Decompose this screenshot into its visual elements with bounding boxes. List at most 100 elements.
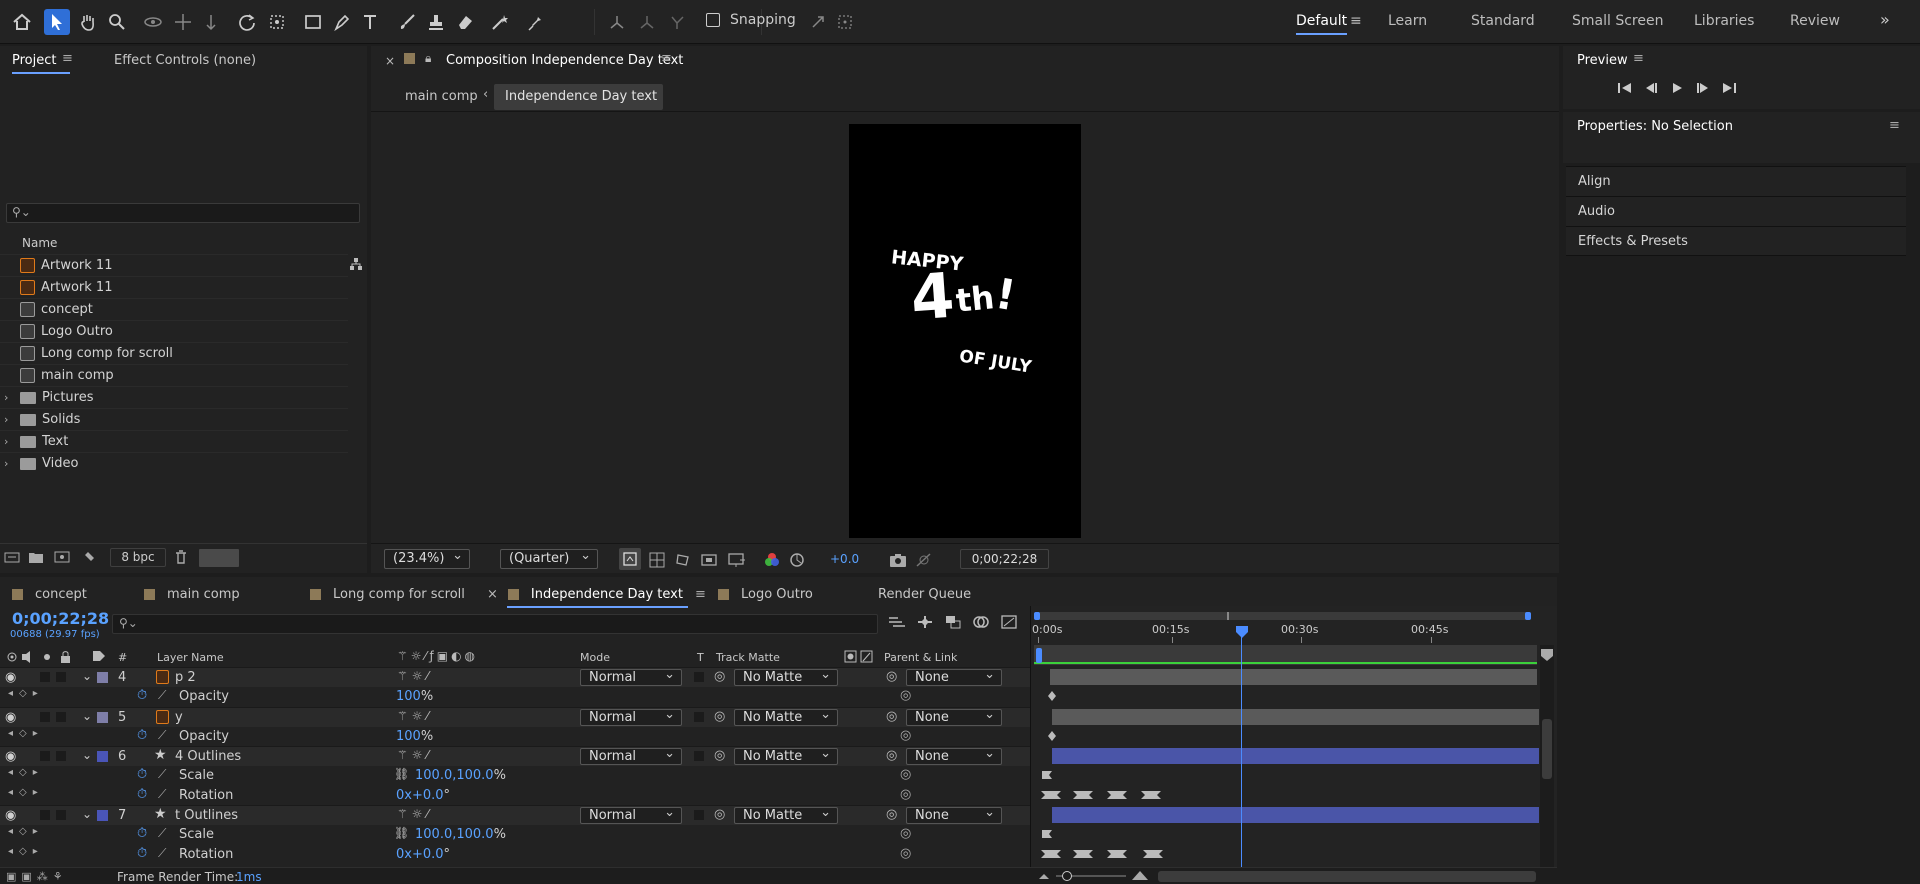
rotate-tool-icon[interactable] — [234, 9, 260, 35]
header-mode[interactable]: Mode — [580, 651, 610, 664]
tab-project[interactable]: Project — [12, 53, 56, 68]
layer-duration-bar[interactable] — [1052, 748, 1539, 764]
property-value-number[interactable]: 100 — [396, 689, 421, 704]
parent-dropdown[interactable]: None — [906, 746, 1002, 765]
project-search-input[interactable]: ⚲⌄ — [6, 203, 360, 223]
constrain-proportions-link-icon[interactable]: ⛓ — [394, 826, 409, 840]
breadcrumb-main-comp[interactable]: main comp — [405, 89, 478, 104]
keyframe-icon[interactable] — [1106, 789, 1128, 801]
tab-menu-icon[interactable]: ≡ — [695, 587, 706, 602]
transparency-grid-icon[interactable] — [649, 552, 665, 568]
lock-switch[interactable] — [56, 712, 66, 722]
keyframe-icon[interactable] — [1041, 769, 1053, 781]
zoom-tool-icon[interactable] — [104, 9, 130, 35]
workspace-overflow-icon[interactable]: » — [1880, 10, 1890, 29]
project-item[interactable]: Artwork 11 — [0, 276, 348, 298]
anchor-point-tool-icon[interactable] — [264, 9, 290, 35]
workspace-libraries[interactable]: Libraries — [1694, 13, 1754, 29]
visibility-eye-icon[interactable]: ◉ — [5, 670, 16, 685]
parent-dropdown[interactable]: None — [906, 707, 1002, 726]
parent-dropdown[interactable]: None — [906, 667, 1002, 686]
layer-switches-icons[interactable]: ⚚☼⁄ — [397, 669, 433, 683]
layer-duration-bar[interactable] — [1052, 807, 1539, 823]
visibility-eye-icon[interactable]: ◉ — [5, 808, 16, 823]
layer-switches-icons[interactable]: ⚚☼⁄ — [397, 709, 433, 723]
layer-row[interactable]: ◉ ⌄ 4 p 2 ⚚☼⁄ Normal ◎ No Matte ◎ None — [0, 667, 1030, 687]
timeline-tab[interactable]: Long comp for scroll — [310, 582, 465, 606]
timeline-horizontal-scrollbar[interactable] — [1158, 871, 1536, 882]
solo-switch[interactable] — [40, 810, 50, 820]
expression-pickwhip-icon[interactable]: ◎ — [900, 787, 911, 802]
play-icon[interactable] — [1669, 82, 1685, 94]
track-matte-dropdown[interactable]: No Matte — [734, 707, 838, 726]
layer-row[interactable]: ◉ ⌄ 7 ★ t Outlines ⚚☼⁄ Normal ◎ No Matte ◎ None — [0, 805, 1030, 825]
tab-effect-controls[interactable]: Effect Controls (none) — [114, 53, 256, 68]
header-track-matte[interactable]: Track Matte — [716, 651, 780, 664]
header-t[interactable]: T — [697, 651, 704, 664]
keyframe-icon[interactable] — [1142, 848, 1164, 860]
layer-label-color[interactable] — [97, 751, 108, 762]
property-value-number[interactable]: 100 — [396, 729, 421, 744]
layer-name[interactable]: t Outlines — [175, 808, 238, 823]
layer-expand-chevron-icon[interactable]: ⌄ — [82, 807, 92, 821]
constrain-proportions-link-icon[interactable]: ⛓ — [394, 767, 409, 781]
timeline-zoom-slider-knob[interactable] — [1062, 871, 1072, 881]
layer-label-color[interactable] — [97, 672, 108, 683]
track-matte-dropdown[interactable]: No Matte — [734, 667, 838, 686]
layer-duration-bar[interactable] — [1052, 709, 1539, 725]
timeline-timecode[interactable]: 0;00;22;28 — [12, 609, 109, 628]
snap-grid-icon[interactable] — [832, 9, 858, 35]
interpret-footage-icon[interactable] — [4, 550, 20, 564]
header-parent[interactable]: Parent & Link — [884, 651, 957, 664]
comp-marker-icon[interactable] — [1540, 648, 1554, 662]
stopwatch-icon[interactable]: ⏱ — [137, 787, 147, 802]
stopwatch-icon[interactable]: ⏱ — [137, 728, 147, 743]
keyframe-icon[interactable] — [1106, 848, 1128, 860]
keyframe-icon[interactable] — [1140, 789, 1162, 801]
expression-pickwhip-icon[interactable]: ◎ — [900, 688, 911, 703]
preview-menu-icon[interactable]: ≡ — [1633, 51, 1644, 66]
folder-expand-chevron-icon[interactable]: › — [4, 391, 8, 404]
snap-expand-icon[interactable] — [805, 9, 831, 35]
dolly-camera-icon[interactable] — [198, 9, 224, 35]
blend-mode-dropdown[interactable]: Normal — [580, 746, 682, 765]
folder-expand-chevron-icon[interactable]: › — [4, 457, 8, 470]
parent-pickwhip-icon[interactable]: ◎ — [886, 709, 897, 724]
zoom-in-icon[interactable] — [1131, 868, 1149, 882]
graph-icon[interactable]: ⟋ — [158, 767, 166, 782]
exposure-value[interactable]: +0.0 — [830, 552, 859, 566]
blend-mode-dropdown[interactable]: Normal — [580, 805, 682, 824]
expression-pickwhip-icon[interactable]: ◎ — [900, 728, 911, 743]
parent-dropdown[interactable]: None — [906, 805, 1002, 824]
lock-switch[interactable] — [56, 751, 66, 761]
rectangle-tool-icon[interactable] — [300, 9, 326, 35]
property-row[interactable]: ◂◇▸ ⏱ ⟋ Scale ⛓ 100.0,100.0% ◎ — [0, 825, 1030, 845]
matte-pickwhip-icon[interactable]: ◎ — [714, 669, 725, 684]
footer-toggle-icons[interactable]: ▣▣⁂⚘ — [6, 870, 68, 883]
project-item[interactable]: Artwork 11 — [0, 254, 348, 276]
keyframe-icon[interactable] — [1040, 848, 1062, 860]
track-matte-dropdown[interactable]: No Matte — [734, 746, 838, 765]
show-snapshot-icon[interactable] — [915, 552, 933, 568]
lock-switch[interactable] — [56, 672, 66, 682]
next-frame-icon[interactable] — [1695, 82, 1711, 94]
property-value-number[interactable]: 0x+0.0 — [396, 847, 444, 862]
timeline-search-input[interactable]: ⚲⌄ — [112, 614, 878, 634]
solo-switch[interactable] — [40, 712, 50, 722]
project-item[interactable]: Logo Outro — [0, 320, 348, 342]
workspace-standard[interactable]: Standard — [1471, 13, 1535, 29]
timeline-tab[interactable]: Render Queue — [878, 582, 971, 606]
property-value[interactable]: 100% — [396, 729, 433, 744]
preserve-transparency-switch[interactable] — [694, 672, 704, 682]
new-composition-icon[interactable] — [54, 550, 70, 564]
keyframe-nav-icons[interactable]: ◂◇▸ — [8, 826, 44, 837]
layer-expand-chevron-icon[interactable]: ⌄ — [82, 748, 92, 762]
stopwatch-icon[interactable]: ⏱ — [137, 826, 147, 841]
preserve-transparency-switch[interactable] — [694, 810, 704, 820]
project-item[interactable]: Long comp for scroll — [0, 342, 348, 364]
layer-switches-icons[interactable]: ⚚☼⁄ — [397, 748, 433, 762]
properties-menu-icon[interactable]: ≡ — [1889, 118, 1900, 133]
project-color-swatch[interactable] — [199, 549, 239, 567]
type-tool-icon[interactable] — [358, 9, 384, 35]
workspace-small-screen[interactable]: Small Screen — [1572, 13, 1663, 29]
